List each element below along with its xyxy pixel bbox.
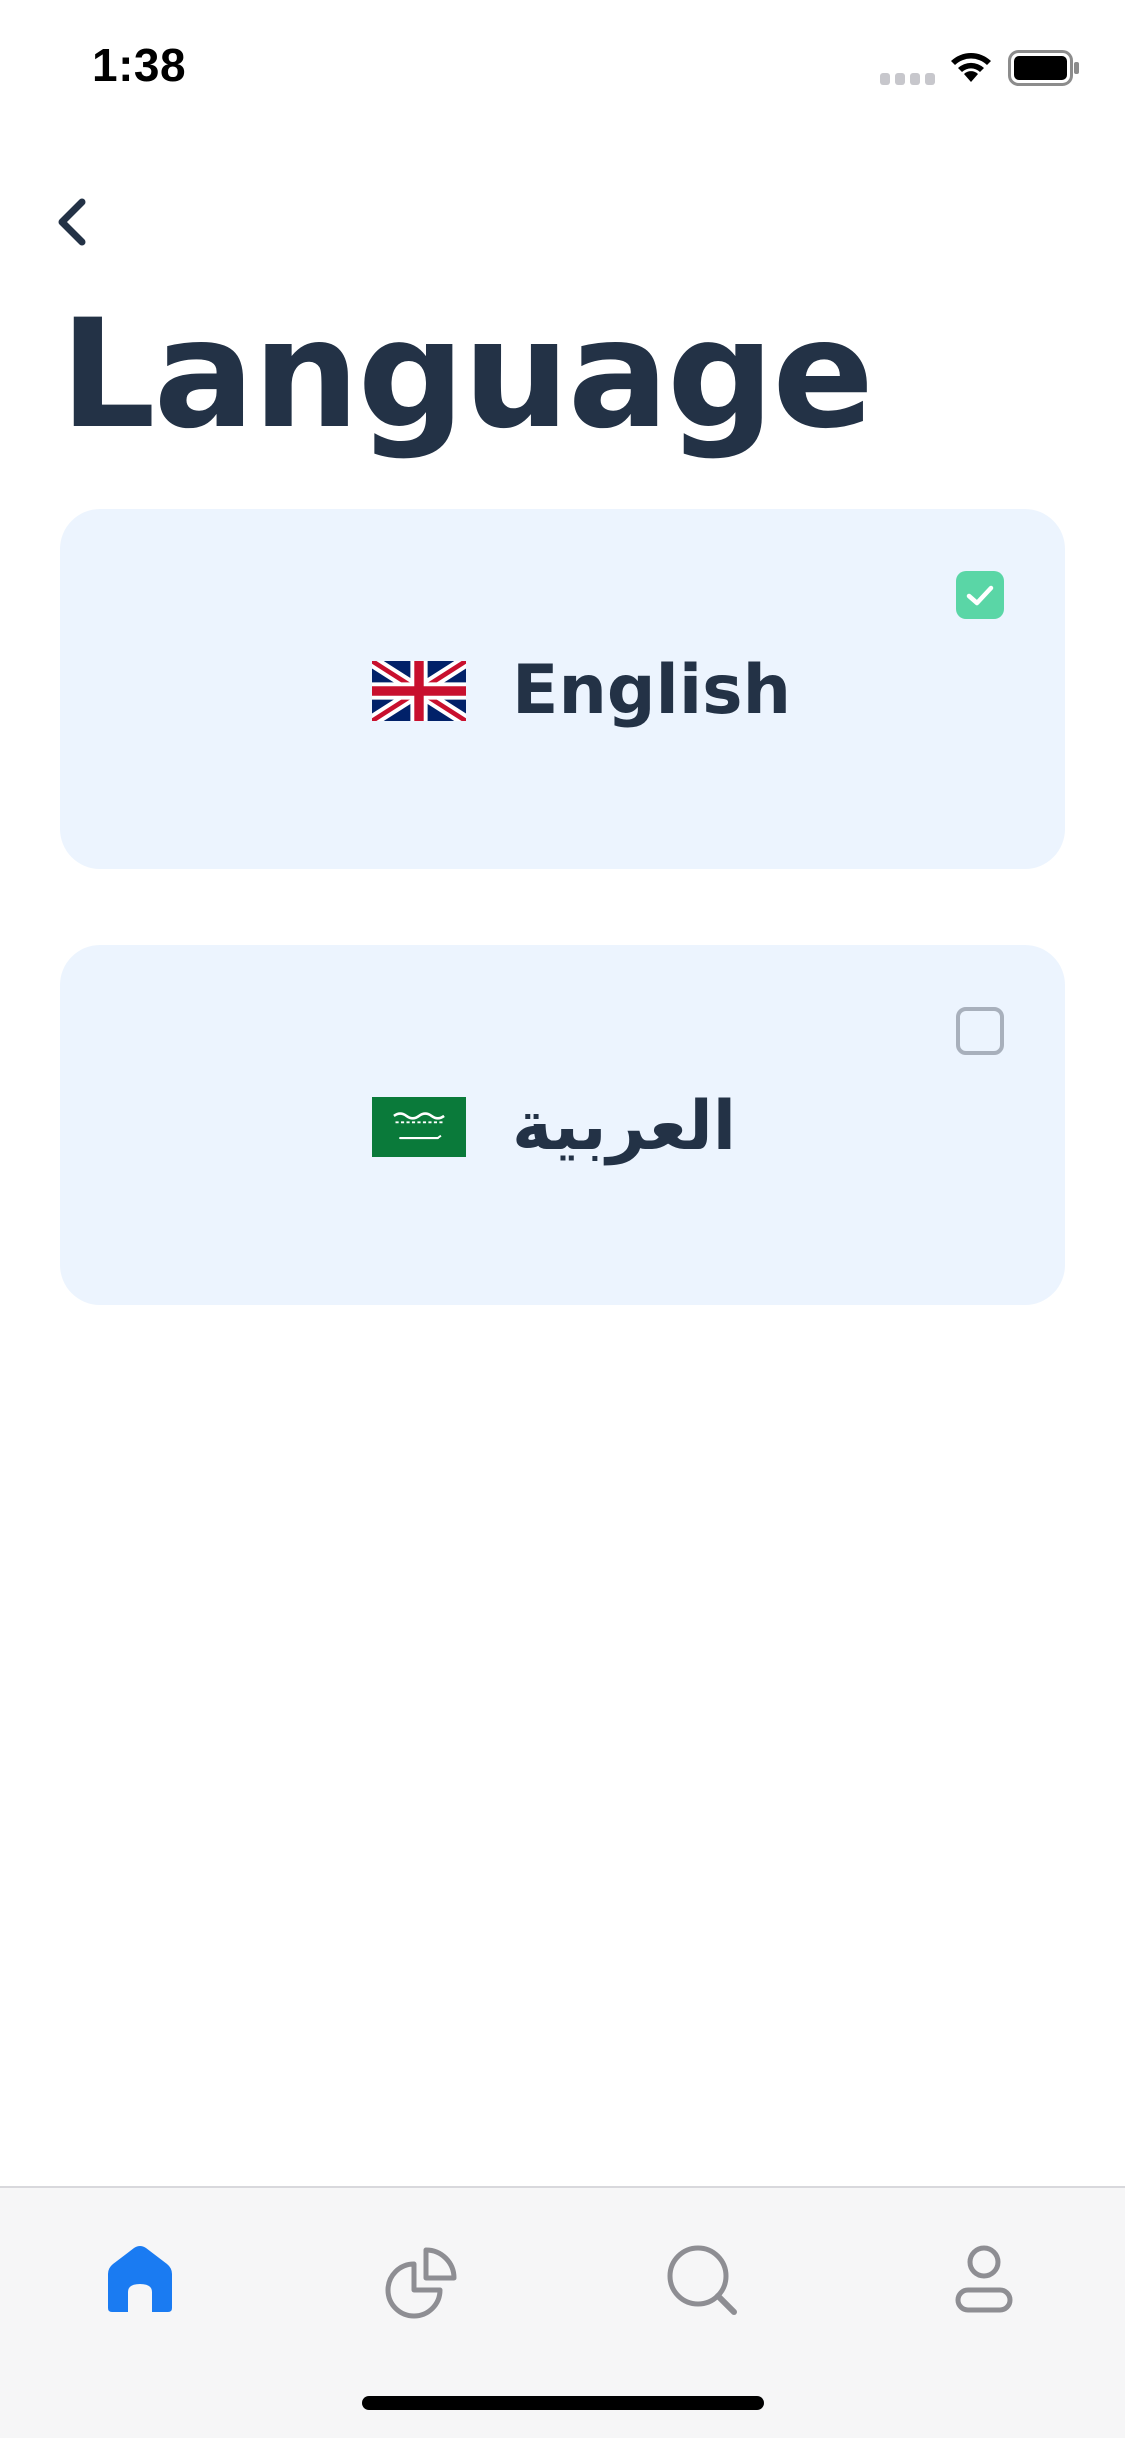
uk-flag-icon <box>372 661 466 721</box>
tab-search[interactable] <box>662 2240 742 2320</box>
pie-chart-icon <box>385 2247 457 2319</box>
home-icon <box>108 2246 172 2312</box>
language-row: English <box>372 651 791 730</box>
saudi-flag-icon <box>372 1097 466 1157</box>
language-option-arabic[interactable]: العربية <box>60 945 1065 1305</box>
tab-home[interactable] <box>100 2240 180 2320</box>
language-label-arabic: العربية <box>512 1087 737 1166</box>
battery-icon <box>1008 50 1079 86</box>
status-bar: 1:38 <box>0 0 1125 132</box>
home-indicator <box>362 2396 764 2410</box>
checkbox-unchecked[interactable] <box>956 1007 1004 1055</box>
search-icon <box>667 2245 737 2315</box>
language-row: العربية <box>372 1087 736 1166</box>
back-button[interactable] <box>44 186 108 258</box>
chevron-left-icon <box>58 198 86 246</box>
profile-icon <box>955 2245 1013 2313</box>
checkmark-icon <box>966 585 994 606</box>
tab-statistics[interactable] <box>382 2240 462 2320</box>
language-option-english[interactable]: English <box>60 509 1065 869</box>
tab-profile[interactable] <box>944 2240 1024 2320</box>
checkbox-checked[interactable] <box>956 571 1004 619</box>
page-title: Language <box>60 288 874 462</box>
wifi-icon <box>951 53 991 82</box>
language-label-english: English <box>512 651 792 730</box>
status-time: 1:38 <box>92 39 187 91</box>
cellular-signal-icon <box>880 73 935 85</box>
